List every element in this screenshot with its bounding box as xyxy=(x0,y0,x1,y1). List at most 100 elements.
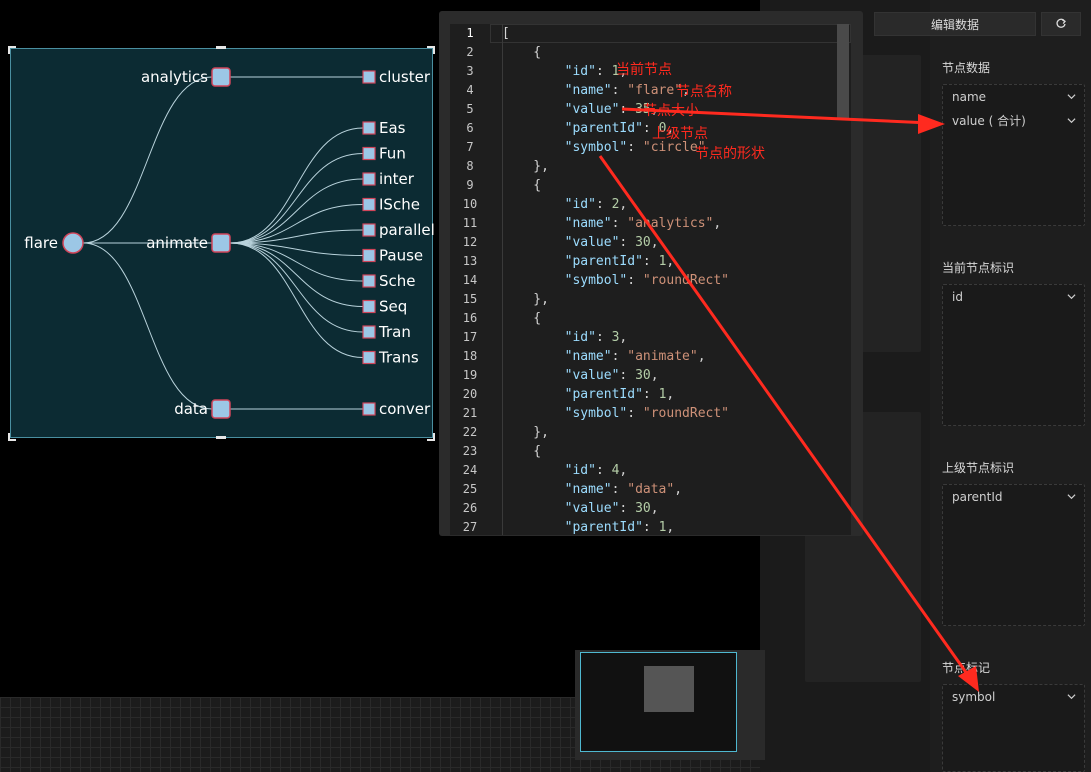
code-line: "name": "data", xyxy=(564,482,683,497)
line-number: 19 xyxy=(462,368,478,382)
tree-link xyxy=(229,204,364,244)
tree-leaf-node xyxy=(362,274,376,288)
tree-node-root xyxy=(62,232,84,254)
node-label-leaf: Tran xyxy=(378,323,411,341)
line-number: 9 xyxy=(466,178,474,192)
line-number: 20 xyxy=(462,387,478,401)
line-number: 6 xyxy=(466,121,474,135)
node-symbol-field[interactable]: symbol xyxy=(942,684,1085,772)
tree-leaf-node xyxy=(362,325,376,339)
code-line: "parentId": 1, xyxy=(564,254,675,269)
field-option-parentid[interactable]: parentId xyxy=(943,485,1084,509)
tree-link xyxy=(82,242,213,410)
annotation-parent-node: 上级节点 xyxy=(652,126,708,142)
node-label-leaf: ISche xyxy=(379,196,420,214)
reset-button[interactable] xyxy=(1041,12,1081,36)
node-label-leaf: cluster xyxy=(379,68,431,86)
code-line: "id": 2, xyxy=(564,197,628,212)
resize-handle[interactable] xyxy=(427,46,435,54)
field-option-name[interactable]: name xyxy=(943,85,1084,109)
line-number: 1 xyxy=(466,26,474,40)
tree-node-data xyxy=(211,399,231,419)
tree-leaf-node xyxy=(362,121,376,135)
tree-leaf-node xyxy=(362,248,376,263)
tree-leaf-node xyxy=(362,402,376,416)
section-title-parent-id: 上级节点标识 xyxy=(942,461,1015,475)
chevron-down-icon xyxy=(1067,694,1076,700)
tree-link xyxy=(229,242,364,333)
line-number: 18 xyxy=(462,349,478,363)
resize-handle[interactable] xyxy=(216,46,226,49)
edit-data-button[interactable]: 编辑数据 xyxy=(874,12,1036,36)
line-number: 27 xyxy=(462,520,478,534)
line-number: 25 xyxy=(462,482,478,496)
line-number: 5 xyxy=(466,102,474,116)
tree-leaf-node xyxy=(362,299,376,314)
annotation-current-node: 当前节点 xyxy=(616,62,672,78)
tree-chart-widget[interactable]: flare analytics animate data cluster Eas Fun in… xyxy=(10,48,434,438)
code-line: "name": "animate", xyxy=(564,349,706,364)
chevron-down-icon xyxy=(1067,294,1076,300)
tree-leaf-node xyxy=(362,146,376,161)
node-label-leaf: conver xyxy=(379,400,431,418)
node-data-field[interactable]: name value ( 合计) xyxy=(942,84,1085,226)
code-line: "name": "analytics", xyxy=(564,216,722,231)
code-line: "value": 30, xyxy=(564,235,659,250)
minimap-thumbnail xyxy=(644,666,694,712)
node-label-leaf: Eas xyxy=(379,119,406,137)
code-line: "symbol": "roundRect" xyxy=(564,406,729,421)
line-number: 23 xyxy=(462,444,478,458)
field-option-id[interactable]: id xyxy=(943,285,1084,309)
code-line: "value": 30, xyxy=(564,501,659,516)
resize-handle[interactable] xyxy=(8,46,16,54)
line-number: 22 xyxy=(462,425,478,439)
code-line: "value": 30, xyxy=(564,368,659,383)
resize-handle[interactable] xyxy=(427,433,435,441)
node-label-leaf: Fun xyxy=(379,145,406,163)
tree-link xyxy=(229,242,364,358)
annotation-node-size: 节点大小 xyxy=(643,103,699,119)
node-label-leaf: Seq xyxy=(379,298,407,316)
code-line: "symbol": "roundRect" xyxy=(564,273,729,288)
line-number: 16 xyxy=(462,311,478,325)
chevron-down-icon xyxy=(1067,118,1076,124)
code-line: { xyxy=(502,311,542,326)
resize-handle[interactable] xyxy=(8,433,16,441)
node-label-analytics: analytics xyxy=(141,68,208,86)
field-option-value[interactable]: value ( 合计) xyxy=(943,109,1084,133)
line-number: 8 xyxy=(466,159,474,173)
chevron-down-icon xyxy=(1067,94,1076,100)
field-option-symbol[interactable]: symbol xyxy=(943,685,1084,709)
line-number: 12 xyxy=(462,235,478,249)
editor-scrollbar[interactable] xyxy=(837,24,849,119)
code-line: "id": 4, xyxy=(564,463,628,478)
current-id-field[interactable]: id xyxy=(942,284,1085,426)
field-label: symbol xyxy=(952,690,996,704)
code-line: [ xyxy=(502,26,510,41)
tree-link xyxy=(82,76,213,244)
parent-id-field[interactable]: parentId xyxy=(942,484,1085,626)
json-editor-popup[interactable]: 1 2 3 4 5 6 7 8 9 10 11 12 13 14 15 16 17 18 19 20 21 22 23 24 2… xyxy=(439,11,863,536)
annotation-node-shape: 节点的形状 xyxy=(695,146,765,162)
node-label-leaf: parallel xyxy=(379,221,434,239)
line-number: 21 xyxy=(462,406,478,420)
minimap[interactable] xyxy=(575,650,765,760)
resize-handle[interactable] xyxy=(216,436,226,439)
tree-link xyxy=(229,242,364,307)
code-line: "parentId": 1, xyxy=(564,520,675,535)
tree-leaf-node xyxy=(362,197,376,212)
section-title-node-data: 节点数据 xyxy=(942,61,991,75)
code-line: "id": 3, xyxy=(564,330,628,345)
tree-link xyxy=(229,178,364,244)
line-number: 11 xyxy=(462,216,478,230)
line-number: 2 xyxy=(466,45,474,59)
annotation-node-name: 节点名称 xyxy=(676,84,732,100)
line-number: 24 xyxy=(462,463,478,477)
node-label-flare: flare xyxy=(24,234,58,252)
line-number-gutter: 1 2 3 4 5 6 7 8 9 10 11 12 13 14 15 16 17 18 19 20 21 22 23 24 2… xyxy=(450,24,490,535)
tree-leaf-node xyxy=(362,70,376,84)
node-label-data: data xyxy=(174,400,208,418)
code-line: }, xyxy=(502,425,549,440)
node-label-leaf: Sche xyxy=(379,272,416,290)
tree-link xyxy=(229,127,364,244)
